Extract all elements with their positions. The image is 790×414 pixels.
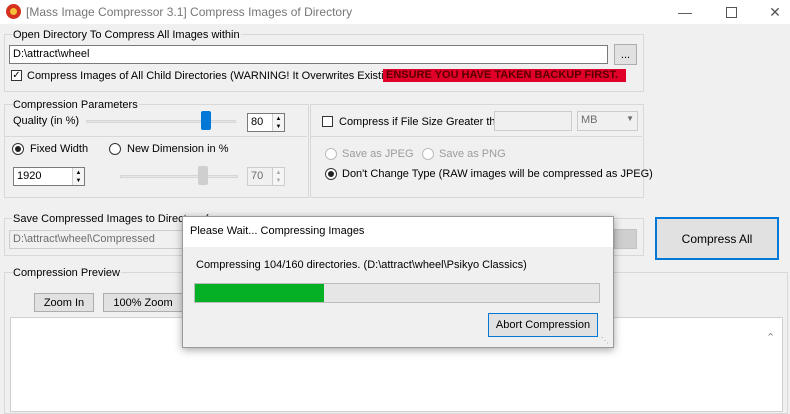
fixed-width-label: Fixed Width [30,143,89,155]
dont-change-type-radio[interactable] [325,168,337,180]
new-dimension-label: New Dimension in % [127,143,229,155]
width-value: 1920 [17,170,42,182]
size-unit-select[interactable]: MB ▼ [577,111,638,131]
open-directory-label: Open Directory To Compress All Images wi… [12,29,241,41]
dimension-spin-arrows-icon[interactable]: ▲ ▼ [272,168,284,185]
width-spin-arrows-icon[interactable]: ▲ ▼ [72,168,84,185]
quality-label: Quality (in %) [13,115,80,127]
save-as-jpeg-radio[interactable] [325,148,337,160]
save-browse-button[interactable] [614,229,637,249]
save-as-png-radio[interactable] [422,148,434,160]
fixed-width-radio[interactable] [12,143,24,155]
progress-bar [194,283,600,303]
quality-slider-thumb[interactable] [201,111,211,130]
minimize-button[interactable]: — [662,0,708,24]
divider [310,136,642,137]
browse-button[interactable]: ... [614,44,637,65]
save-as-png-label: Save as PNG [439,148,506,160]
new-dimension-radio[interactable] [109,143,121,155]
compression-preview-label: Compression Preview [12,267,121,279]
width-spinner[interactable]: 1920 ▲ ▼ [13,167,85,186]
close-icon: ✕ [769,3,781,20]
quality-slider-track[interactable] [86,120,236,123]
quality-spinner[interactable]: 80 ▲ ▼ [247,113,285,132]
dimension-value: 70 [251,170,264,182]
resize-grip-icon[interactable]: ⋱ [601,336,609,345]
window-title: [Mass Image Compressor 3.1] Compress Ima… [26,5,353,19]
zoom-100-button[interactable]: 100% Zoom [103,293,183,312]
save-directory-label: Save Compressed Images to Directory ( [12,213,210,225]
dimension-slider-thumb[interactable] [198,166,208,185]
quality-spin-arrows-icon[interactable]: ▲ ▼ [272,114,284,131]
scroll-up-icon[interactable]: ⌃ [766,331,775,344]
chevron-down-icon: ▼ [626,114,634,123]
close-button[interactable]: ✕ [752,0,790,24]
compression-parameters-label: Compression Parameters [12,99,139,111]
divider [4,136,307,137]
size-filter-label: Compress if File Size Greater than [339,116,508,128]
dialog-status-text: Compressing 104/160 directories. (D:\att… [196,259,527,271]
backup-warning-text: ENSURE YOU HAVE TAKEN BACKUP FIRST. [383,69,626,82]
source-directory-input[interactable]: D:\attract\wheel [9,45,608,64]
abort-compression-button[interactable]: Abort Compression [488,313,598,337]
zoom-in-button[interactable]: Zoom In [34,293,94,312]
progress-dialog: Please Wait... Compressing Images Compre… [182,216,614,348]
dimension-spinner[interactable]: 70 ▲ ▼ [247,167,285,186]
dialog-title: Please Wait... Compressing Images [190,225,365,237]
save-directory-input[interactable]: D:\attract\wheel\Compressed [9,230,185,249]
dialog-title-bar: Please Wait... Compressing Images [183,217,613,247]
size-filter-checkbox[interactable] [322,116,333,127]
title-bar: [Mass Image Compressor 3.1] Compress Ima… [0,0,790,24]
dont-change-type-label: Don't Change Type (RAW images will be co… [342,168,653,180]
child-directories-checkbox[interactable]: ✓ [11,70,22,81]
save-as-jpeg-label: Save as JPEG [342,148,414,160]
dimension-slider-track[interactable] [120,175,238,178]
minimize-icon: — [678,4,692,20]
child-directories-label: Compress Images of All Child Directories… [27,70,439,82]
size-unit-value: MB [581,114,598,126]
size-filter-input[interactable] [494,111,572,131]
progress-bar-fill [195,284,324,302]
quality-value: 80 [251,116,264,128]
maximize-icon [725,6,737,18]
maximize-button[interactable] [708,0,754,24]
app-icon [6,4,21,19]
compress-all-button[interactable]: Compress All [655,217,779,260]
